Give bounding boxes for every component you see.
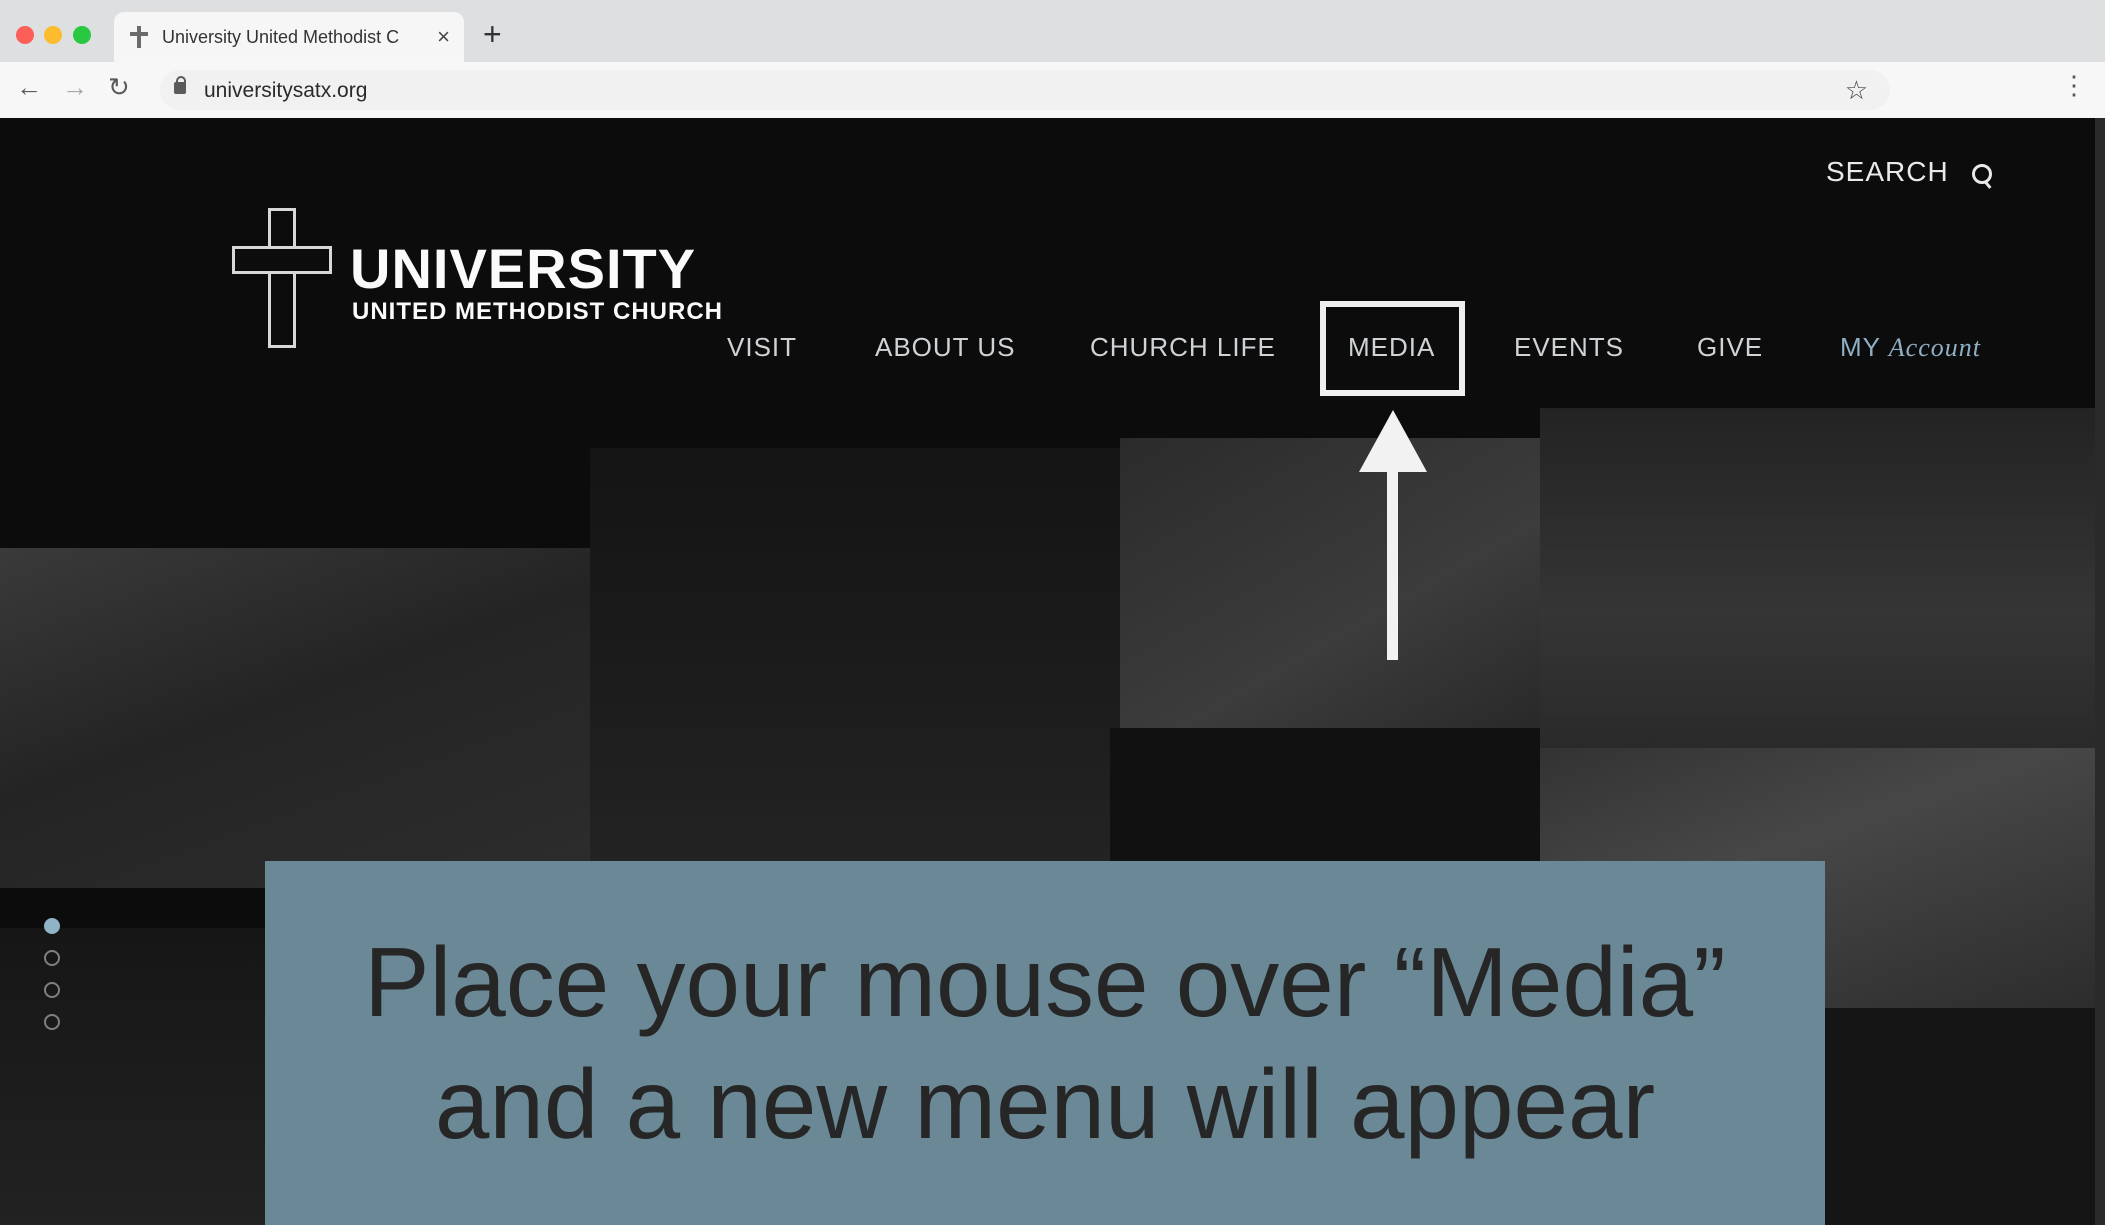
search-link[interactable]: SEARCH (1826, 156, 1949, 188)
window-close-button[interactable] (16, 26, 34, 44)
website-page: SEARCH UNIVERSITY UNITED METHODIST CHURC… (0, 118, 2105, 1225)
hero-photo-worship (590, 448, 1120, 928)
window-maximize-button[interactable] (73, 26, 91, 44)
slider-dot-1[interactable] (44, 918, 60, 934)
instruction-line-2: and a new menu will appear (434, 1049, 1656, 1159)
plus-icon[interactable]: + (483, 18, 502, 50)
window-minimize-button[interactable] (44, 26, 62, 44)
nav-about-us[interactable]: ABOUT US (875, 332, 1015, 363)
nav-account-label: Account (1888, 333, 1981, 362)
url-text[interactable]: universitysatx.org (204, 79, 367, 103)
nav-my-label: MY (1840, 332, 1881, 362)
browser-tab[interactable]: University United Methodist C × (114, 12, 464, 62)
tab-title: University United Methodist C (162, 26, 400, 47)
browser-tab-bar: University United Methodist C × + (0, 0, 2105, 62)
nav-events[interactable]: EVENTS (1514, 332, 1624, 363)
logo-subtitle[interactable]: UNITED METHODIST CHURCH (352, 298, 723, 326)
nav-my-account[interactable]: MY Account (1840, 332, 1981, 363)
up-arrow-stem (1387, 458, 1398, 660)
hero-photo-group (0, 548, 590, 888)
forward-arrow-icon[interactable]: → (62, 74, 88, 100)
search-icon[interactable] (1972, 164, 1992, 184)
scrollbar[interactable] (2095, 118, 2105, 1225)
back-arrow-icon[interactable]: ← (16, 74, 42, 100)
nav-visit[interactable]: VISIT (727, 332, 797, 363)
kebab-menu-icon[interactable]: ⋮ (2061, 72, 2087, 98)
instruction-callout: Place your mouse over “Media” and a new … (265, 861, 1825, 1225)
hero-photo-hands (0, 928, 270, 1225)
close-icon[interactable]: × (437, 24, 450, 50)
cross-logo-icon[interactable] (232, 208, 332, 348)
media-highlight-box (1320, 301, 1465, 396)
hero-photo-dark (1820, 1008, 2105, 1225)
slider-dot-2[interactable] (44, 950, 60, 966)
star-icon[interactable]: ☆ (1845, 75, 1868, 106)
slider-dot-4[interactable] (44, 1014, 60, 1030)
nav-give[interactable]: GIVE (1697, 332, 1763, 363)
slider-dot-3[interactable] (44, 982, 60, 998)
browser-toolbar: ← → ↻ universitysatx.org ☆ ⋮ (0, 62, 2105, 119)
nav-church-life[interactable]: CHURCH LIFE (1090, 332, 1276, 363)
cross-favicon-icon (128, 26, 150, 48)
lock-icon (174, 76, 186, 94)
hero-photo-sanctuary (1540, 408, 2105, 748)
logo-name[interactable]: UNIVERSITY (350, 236, 696, 301)
instruction-line-1: Place your mouse over “Media” (364, 927, 1726, 1037)
address-bar[interactable]: universitysatx.org ☆ (160, 70, 1890, 110)
reload-icon[interactable]: ↻ (108, 74, 130, 100)
